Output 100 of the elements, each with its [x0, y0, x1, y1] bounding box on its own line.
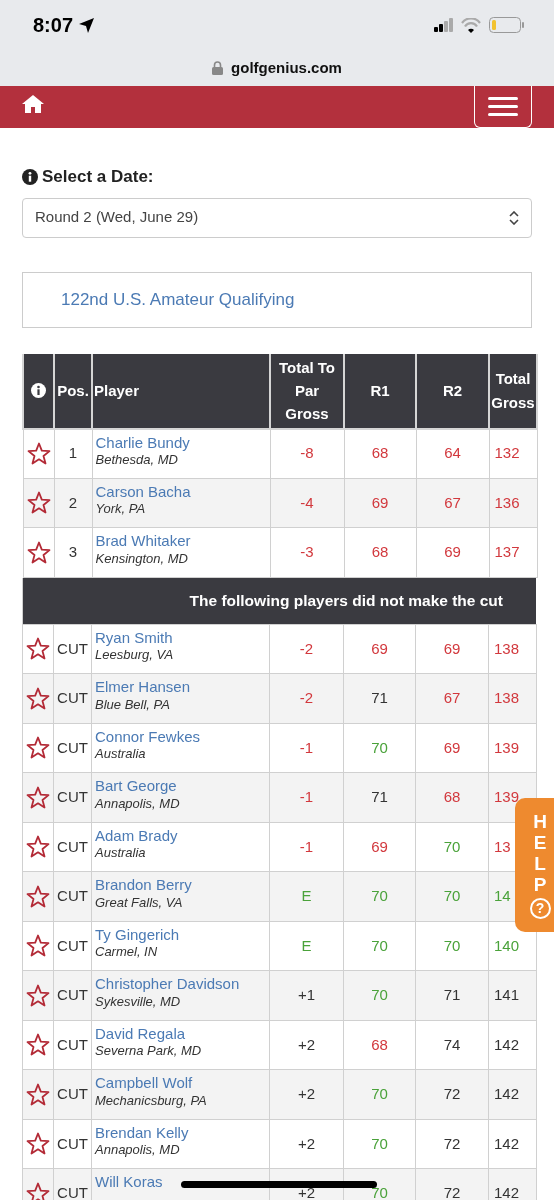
player-location: Australia [95, 845, 147, 862]
star-icon[interactable] [26, 1082, 50, 1106]
position-cell: CUT [53, 1119, 92, 1169]
info-icon [31, 383, 46, 398]
score: 74 [443, 1035, 461, 1053]
chevron-icon [509, 210, 519, 225]
star-icon[interactable] [26, 686, 50, 710]
star-icon[interactable] [26, 1132, 50, 1156]
position-cell: 2 [54, 478, 92, 528]
score: 70 [443, 936, 461, 954]
star-icon[interactable] [26, 442, 51, 465]
player-name-link[interactable]: Brandon Berry [95, 875, 266, 895]
score: 68 [371, 543, 389, 560]
cut-line-banner: The following players did not make the cut [22, 577, 536, 624]
player-location: Sykesville, MD [95, 993, 182, 1011]
column-header: R1 [344, 353, 416, 429]
player-location: Bethesda, MD [95, 452, 179, 469]
star-icon[interactable] [26, 1181, 50, 1200]
score: +2 [297, 1085, 316, 1102]
score: 141 [494, 986, 520, 1003]
score: 72 [443, 1134, 461, 1152]
star-icon[interactable] [26, 540, 51, 564]
score: 142 [494, 1035, 520, 1053]
player-name-link[interactable]: Adam Brady [95, 825, 266, 845]
position-cell: CUT [53, 871, 92, 921]
star-icon[interactable] [26, 1033, 50, 1057]
player-location: Leesburg, VA [95, 647, 175, 664]
star-icon[interactable] [26, 934, 50, 958]
player-name-link[interactable]: David Regala [95, 1023, 266, 1043]
star-icon[interactable] [26, 983, 50, 1007]
event-link[interactable]: 122nd U.S. Amateur Qualifying [61, 286, 295, 313]
score: +2 [297, 1184, 316, 1200]
player-name-link[interactable]: Carson Bacha [95, 481, 267, 501]
lock-icon [212, 61, 224, 75]
signal-icon [434, 18, 453, 32]
score: +2 [297, 1035, 316, 1053]
home-icon[interactable] [22, 94, 44, 113]
player-name-link[interactable]: Brendan Kelly [95, 1122, 266, 1142]
score: +2 [297, 1134, 316, 1152]
position-cell: CUT [53, 822, 92, 872]
question-icon: ? [529, 897, 551, 919]
site-address: golfgenius.com [231, 57, 342, 78]
score: 70 [371, 738, 388, 756]
star-icon[interactable] [26, 736, 50, 760]
score: 70 [371, 936, 388, 954]
star-icon[interactable] [26, 835, 50, 859]
date-select[interactable]: Round 2 (Wed, June 29) [22, 197, 532, 238]
player-name-link[interactable]: Campbell Wolf [95, 1073, 266, 1093]
player-name-link[interactable]: Brad Whitaker [95, 531, 267, 551]
score: -2 [299, 689, 314, 706]
score: 69 [371, 493, 389, 511]
menu-button[interactable] [474, 86, 532, 128]
position-cell: CUT [53, 1020, 92, 1070]
star-icon[interactable] [26, 637, 50, 661]
column-header: Pos. [54, 353, 92, 429]
player-name-link[interactable]: Elmer Hansen [95, 677, 266, 697]
player-location: Blue Bell, PA [95, 696, 171, 714]
score: 71 [443, 986, 461, 1003]
player-location: Severna Park, MD [95, 1043, 203, 1060]
score: 72 [443, 1184, 461, 1200]
position-cell: CUT [53, 970, 92, 1020]
score: 140 [494, 936, 520, 954]
score: -1 [299, 738, 314, 756]
score: 69 [443, 738, 461, 756]
location-arrow-icon [77, 15, 97, 35]
player-name-link[interactable]: Ty Gingerich [95, 924, 266, 944]
score: 142 [494, 1184, 520, 1200]
position-cell: CUT [53, 772, 92, 822]
star-icon[interactable] [26, 491, 51, 515]
score: 67 [444, 493, 461, 511]
player-location: Carmel, IN [95, 944, 159, 961]
menu-icon [488, 97, 518, 116]
score: 13 [494, 837, 511, 855]
player-location: Annapolis, MD [95, 795, 181, 813]
score: 138 [494, 689, 520, 706]
score: 68 [371, 444, 389, 462]
star-icon[interactable] [26, 884, 50, 908]
column-header: Total Gross [489, 353, 537, 429]
player-name-link[interactable]: Ryan Smith [95, 627, 266, 647]
status-time: 8:07 [33, 13, 74, 38]
star-icon[interactable] [26, 785, 50, 809]
player-name-link[interactable]: Christopher Davidson [95, 974, 266, 994]
player-location: Annapolis, MD [95, 1142, 181, 1159]
score: -2 [299, 639, 314, 657]
player-location: York, PA [95, 501, 147, 518]
score: 67 [443, 689, 461, 706]
score: -4 [300, 493, 314, 511]
score: 71 [371, 788, 388, 805]
player-name-link[interactable]: Connor Fewkes [95, 726, 266, 746]
score: 142 [494, 1134, 520, 1152]
player-location: Mechanicsburg, PA [95, 1092, 208, 1110]
battery-icon [489, 17, 524, 33]
player-name-link[interactable]: Bart George [95, 776, 266, 796]
score: 71 [371, 689, 388, 706]
position-cell: CUT [53, 673, 92, 723]
score: 132 [494, 444, 520, 462]
score: 139 [494, 738, 520, 756]
player-name-link[interactable]: Charlie Bundy [95, 432, 267, 452]
player-location: Australia [95, 746, 147, 763]
score: 70 [371, 887, 388, 904]
